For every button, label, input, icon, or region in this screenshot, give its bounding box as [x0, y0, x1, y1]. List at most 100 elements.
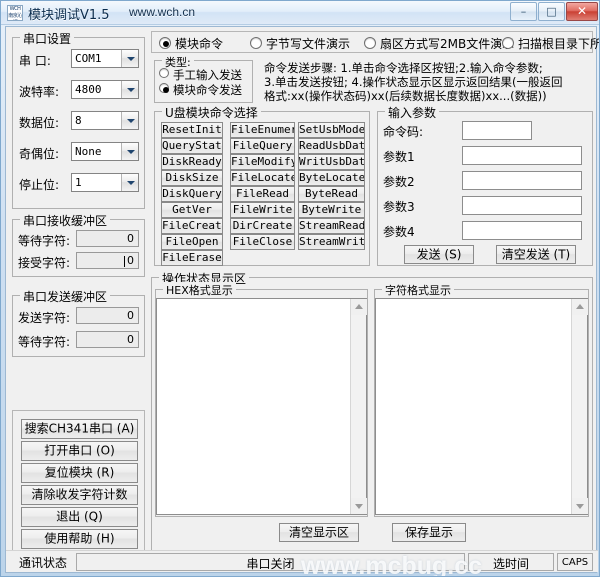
chevron-down-icon[interactable]	[121, 143, 138, 160]
chevron-down-icon[interactable]	[121, 50, 138, 67]
search-ch341-port-button[interactable]: 搜索CH341串口 (A)	[21, 419, 138, 439]
tx-waiting-label: 等待字符:	[18, 333, 70, 350]
close-button[interactable]: ✕	[566, 2, 598, 21]
help-button[interactable]: 使用帮助 (H)	[21, 529, 138, 549]
cmd-bytewrite-button[interactable]: ByteWrite	[298, 202, 365, 218]
data-bits-label: 数据位:	[19, 114, 59, 131]
char-display-scrollbar[interactable]	[571, 299, 587, 514]
comm-status-label-panel: 通讯状态	[12, 553, 74, 571]
cmd-getver-label: GetVer	[162, 204, 222, 216]
search-ch341-port-label: 搜索CH341串口 (A)	[22, 423, 137, 436]
parity-combo[interactable]: None	[71, 142, 139, 161]
param3-input[interactable]	[462, 196, 582, 215]
cmd-byteread-label: ByteRead	[299, 188, 364, 200]
cmd-setusbmode-button[interactable]: SetUsbMode	[298, 122, 365, 138]
chevron-down-icon[interactable]	[121, 174, 138, 191]
cmd-filecreate-label: FileCreate	[162, 220, 222, 232]
cmd-filewrite-button[interactable]: FileWrite	[230, 202, 295, 218]
cmd-fileopen-button[interactable]: FileOpen	[161, 234, 223, 250]
cmd-streamwrite-button[interactable]: StreamWrite	[298, 234, 365, 250]
cmd-readusbdata-label: ReadUsbData	[299, 140, 364, 152]
cmd-querystatus-button[interactable]: QueryStatus	[161, 138, 223, 154]
cmd-filemodify-label: FileModify	[231, 156, 294, 168]
open-port-button[interactable]: 打开串口 (O)	[21, 441, 138, 461]
chevron-down-icon[interactable]	[121, 81, 138, 98]
cmd-getver-button[interactable]: GetVer	[161, 202, 223, 218]
cmd-dircreate-button[interactable]: DirCreate	[230, 218, 295, 234]
param2-input[interactable]	[462, 171, 582, 190]
cmd-readusbdata-button[interactable]: ReadUsbData	[298, 138, 365, 154]
cmd-disksize-label: DiskSize	[162, 172, 222, 184]
usb-module-command-group: U盘模块命令选择 ResetInit QueryStatus DiskReady…	[154, 111, 370, 266]
char-display-group: 字符格式显示	[374, 289, 589, 517]
baud-rate-combo[interactable]: 4800	[71, 80, 139, 99]
tab-scan-root-files-demo-label: 扫描根目录下所有文件演示	[518, 35, 600, 52]
scroll-down-icon[interactable]	[351, 498, 367, 514]
clear-send-button[interactable]: 清空发送 (T)	[496, 245, 576, 264]
param2-label: 参数2	[383, 173, 415, 190]
data-bits-value: 8	[75, 114, 82, 127]
cmd-disksize-button[interactable]: DiskSize	[161, 170, 223, 186]
cmd-filemodify-button[interactable]: FileModify	[230, 154, 295, 170]
serial-settings-group: 串口设置 串 口: COM1 波特率: 4800 数据位: 8 奇偶位: Non…	[12, 37, 145, 209]
save-display-button[interactable]: 保存显示	[392, 523, 466, 542]
serial-port-combo[interactable]: COM1	[71, 49, 139, 68]
help-label: 使用帮助 (H)	[22, 533, 137, 546]
status-bar: 通讯状态 串口关闭 选时间 CAPS	[6, 550, 598, 572]
cmd-fileerase-button[interactable]: FileErase	[161, 250, 223, 266]
mode-tabs-bar: 模块命令 字节写文件演示 扇区方式写2MB文件演示 扫描根目录下所有文件演示	[151, 31, 593, 53]
param4-input[interactable]	[462, 221, 582, 240]
cmd-streamwrite-label: StreamWrite	[299, 236, 364, 248]
instructions-line-3: 格式:xx(操作状态码)xx(后续数据长度数据)xx...(数据))	[264, 89, 547, 103]
reset-module-button[interactable]: 复位模块 (R)	[21, 463, 138, 483]
cmd-bytelocate-button[interactable]: ByteLocate	[298, 170, 365, 186]
cmd-diskquery-button[interactable]: DiskQuery	[161, 186, 223, 202]
char-display-textarea[interactable]	[375, 298, 588, 515]
cmd-filecreate-button[interactable]: FileCreate	[161, 218, 223, 234]
cmd-filequery-button[interactable]: FileQuery	[230, 138, 295, 154]
minimize-button[interactable]: –	[510, 2, 537, 21]
clear-display-label: 清空显示区	[280, 526, 358, 539]
instructions-line-1: 命令发送步骤: 1.单击命令选择区按钮;2.输入命令参数;	[264, 61, 543, 75]
cmd-diskready-button[interactable]: DiskReady	[161, 154, 223, 170]
cmd-fileerase-label: FileErase	[162, 252, 222, 264]
rx-waiting-field: 0	[76, 230, 139, 247]
chevron-down-icon[interactable]	[121, 112, 138, 129]
send-button[interactable]: 发送 (S)	[404, 245, 474, 264]
cmd-streamread-button[interactable]: StreamRead	[298, 218, 365, 234]
radio-dot-icon	[502, 37, 514, 49]
param1-input[interactable]	[462, 146, 582, 165]
hex-display-textarea[interactable]	[156, 298, 367, 515]
comm-status-value-panel: 串口关闭	[76, 553, 465, 571]
scroll-up-icon[interactable]	[351, 299, 367, 315]
instructions-line-2: 3.单击发送按钮; 4.操作状态显示区显示返回结果(一般返回	[264, 75, 562, 89]
caps-indicator-panel: CAPS	[557, 553, 593, 571]
window-title: 模块调试V1.5	[28, 4, 110, 23]
hex-display-scrollbar[interactable]	[350, 299, 366, 514]
clear-display-button[interactable]: 清空显示区	[279, 523, 359, 542]
stop-bits-combo[interactable]: 1	[71, 173, 139, 192]
cmd-fileclose-button[interactable]: FileClose	[230, 234, 295, 250]
cmd-filelocate-button[interactable]: FileLocate	[230, 170, 295, 186]
cmd-bytewrite-label: ByteWrite	[299, 204, 364, 216]
cmd-fileenumer-button[interactable]: FileEnumer	[230, 122, 295, 138]
quit-label: 退出 (Q)	[22, 511, 137, 524]
rx-waiting-label: 等待字符:	[18, 232, 70, 249]
scroll-up-icon[interactable]	[572, 299, 588, 315]
stop-bits-value: 1	[75, 176, 82, 189]
data-bits-combo[interactable]: 8	[71, 111, 139, 130]
cmd-writusbdata-button[interactable]: WritUsbData	[298, 154, 365, 170]
radio-dot-icon	[364, 37, 376, 49]
clear-counters-button[interactable]: 清除收发字符计数	[21, 485, 138, 505]
cmd-fileread-button[interactable]: FileRead	[230, 186, 295, 202]
rx-received-field[interactable]: 0	[76, 252, 139, 269]
cmd-byteread-button[interactable]: ByteRead	[298, 186, 365, 202]
scroll-down-icon[interactable]	[572, 498, 588, 514]
command-code-input[interactable]	[462, 121, 532, 140]
app-icon-line1: WCH	[8, 6, 22, 13]
cmd-resetinit-button[interactable]: ResetInit	[161, 122, 223, 138]
rx-buffer-group: 串口接收缓冲区 等待字符: 0 接受字符: 0	[12, 219, 145, 277]
quit-button[interactable]: 退出 (Q)	[21, 507, 138, 527]
maximize-icon: □	[539, 3, 564, 20]
maximize-button[interactable]: □	[538, 2, 565, 21]
